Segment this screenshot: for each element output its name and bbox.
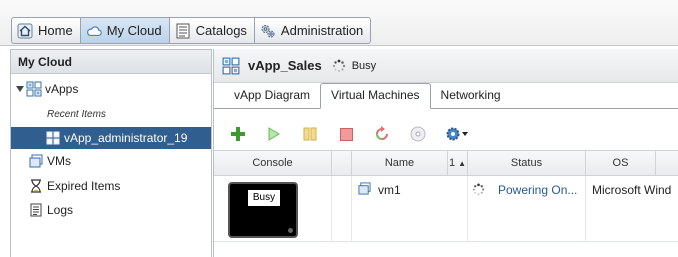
vm-table: Console Name 1 ▲ Status OS Busy vm1 Powe…	[214, 150, 678, 257]
vm-os: Microsoft Wind	[592, 183, 672, 197]
page-title: vApp_Sales	[248, 58, 322, 73]
column-header-name[interactable]: Name	[352, 151, 448, 176]
tree-item-label: vApps	[45, 82, 79, 96]
tab-networking[interactable]: Networking	[431, 84, 511, 108]
vm-icon	[358, 182, 371, 195]
top-navigation-bar: Home My Cloud Catalogs Administration	[0, 0, 678, 46]
console-status-label: Busy	[248, 190, 280, 206]
recent-items-label: Recent Items	[47, 109, 106, 120]
vm-toolbar	[214, 120, 678, 148]
status-cell: Powering On...	[468, 176, 586, 242]
suspend-icon[interactable]	[300, 124, 320, 144]
administration-button[interactable]: Administration	[255, 18, 370, 43]
vapp-header: vApp_Sales Busy	[214, 49, 678, 83]
status-text: Busy	[351, 59, 377, 72]
tab-virtual-machines[interactable]: Virtual Machines	[320, 83, 431, 109]
column-header-status[interactable]: Status	[468, 151, 586, 176]
power-on-icon[interactable]	[264, 124, 284, 144]
tree-item-label: VMs	[47, 154, 71, 168]
vm-name[interactable]: vm1	[378, 183, 401, 197]
os-cell: Microsoft Wind	[586, 176, 678, 242]
table-row[interactable]: Busy vm1 Powering On... Microsoft Wind	[214, 176, 678, 242]
panel-title: My Cloud	[11, 50, 211, 74]
column-header-spacer	[332, 151, 352, 176]
vm-icon	[28, 153, 44, 169]
busy-spinner-icon	[332, 59, 346, 73]
vapp-icon	[45, 130, 61, 146]
tab-strip: vApp Diagram Virtual Machines Networking	[214, 83, 678, 109]
sort-order-number: 1	[448, 157, 456, 169]
actions-gear-icon[interactable]	[444, 124, 470, 144]
console-cell: Busy	[214, 176, 332, 242]
catalog-icon	[175, 23, 191, 39]
table-header: Console Name 1 ▲ Status OS	[214, 150, 678, 176]
main-nav-group: Home My Cloud Catalogs Administration	[11, 17, 372, 44]
home-button-label: Home	[38, 23, 73, 38]
tab-vapp-diagram[interactable]: vApp Diagram	[224, 84, 320, 108]
cloud-icon	[86, 23, 102, 39]
log-icon	[28, 202, 44, 218]
column-header-os[interactable]: OS	[586, 151, 656, 176]
left-navigation-panel: My Cloud vApps Recent Items vApp_adminis…	[10, 49, 212, 257]
sort-ascending-icon: ▲	[458, 159, 467, 168]
gears-icon	[260, 23, 276, 39]
tree-item-label: vApp_administrator_19	[64, 131, 188, 145]
hourglass-icon	[28, 178, 44, 194]
home-icon	[17, 23, 33, 39]
expand-arrow-icon[interactable]	[16, 85, 26, 93]
vm-status-link[interactable]: Powering On...	[498, 183, 577, 197]
my-cloud-button[interactable]: My Cloud	[80, 18, 170, 43]
vapp-icon	[26, 81, 42, 97]
administration-button-label: Administration	[280, 23, 364, 38]
home-button[interactable]: Home	[12, 18, 81, 43]
name-cell: vm1	[352, 176, 468, 242]
sort-indicator[interactable]: 1 ▲	[448, 151, 468, 176]
tree-item-logs[interactable]: Logs	[11, 199, 211, 221]
catalogs-button-label: Catalogs	[195, 23, 247, 38]
console-indicator-icon	[288, 228, 293, 233]
tree-item-expired[interactable]: Expired Items	[11, 175, 211, 197]
tree-item-label: Expired Items	[47, 179, 121, 193]
column-header-console[interactable]: Console	[214, 151, 332, 176]
stop-icon[interactable]	[336, 124, 356, 144]
media-disc-icon[interactable]	[408, 124, 428, 144]
tree-item-label: Logs	[47, 203, 74, 217]
spacer-cell	[332, 176, 352, 242]
catalogs-button[interactable]: Catalogs	[170, 18, 255, 43]
busy-spinner-icon	[472, 183, 485, 196]
vapp-icon	[222, 57, 240, 75]
tree-item-vms[interactable]: VMs	[11, 150, 211, 172]
tree-item-vapps[interactable]: vApps	[11, 78, 211, 100]
tree-item-recent-vapp[interactable]: vApp_administrator_19	[11, 127, 211, 149]
console-thumbnail[interactable]: Busy	[228, 182, 298, 238]
my-cloud-button-label: My Cloud	[106, 23, 162, 38]
add-icon[interactable]	[228, 124, 248, 144]
vapp-detail-panel: vApp_Sales Busy vApp Diagram Virtual Mac…	[213, 49, 678, 257]
reset-icon[interactable]	[372, 124, 392, 144]
